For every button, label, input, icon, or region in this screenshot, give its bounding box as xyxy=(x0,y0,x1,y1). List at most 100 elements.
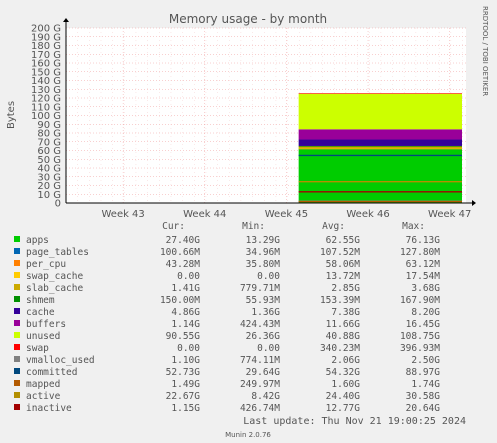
legend-max-value: 17.54M xyxy=(406,271,441,282)
y-axis-arrow xyxy=(63,18,69,22)
legend-swatch xyxy=(14,308,20,314)
legend-min-value: 29.64G xyxy=(246,367,281,378)
x-tick-label: Week 44 xyxy=(183,209,226,220)
legend-name: active xyxy=(26,391,61,402)
legend-swatch xyxy=(14,404,20,410)
legend-swatch xyxy=(14,296,20,302)
legend-cur-value: 1.49G xyxy=(171,379,200,390)
legend-name: buffers xyxy=(26,319,66,330)
legend-cur-value: 1.10G xyxy=(171,355,200,366)
legend-swatch xyxy=(14,284,20,290)
legend-avg-value: 54.32G xyxy=(326,367,361,378)
legend-cur-value: 90.55G xyxy=(166,331,201,342)
legend-name: shmem xyxy=(26,295,55,306)
legend-max-value: 108.75G xyxy=(400,331,440,342)
legend-name: mapped xyxy=(26,379,60,390)
legend-min-value: 55.93M xyxy=(246,295,281,306)
legend-min-value: 34.96M xyxy=(246,247,281,258)
legend-min-value: 13.29G xyxy=(246,235,281,246)
legend-min-value: 0.00 xyxy=(257,343,280,354)
x-tick-label: Week 47 xyxy=(428,209,471,220)
legend-avg-value: 340.23M xyxy=(320,343,360,354)
legend-avg-value: 13.72M xyxy=(326,271,361,282)
x-tick-label: Week 46 xyxy=(346,209,389,220)
area-unused xyxy=(298,93,462,130)
rrdtool-credit: RRDTOOL / TOBI OETIKER xyxy=(481,6,489,96)
munin-version: Munin 2.0.76 xyxy=(225,431,271,439)
legend-max-value: 1.74G xyxy=(411,379,440,390)
plot-area: 010 G20 G30 G40 G50 G60 G70 G80 G90 G100… xyxy=(31,18,476,220)
legend-name: inactive xyxy=(26,403,72,414)
legend-name: apps xyxy=(26,235,49,246)
legend-name: vmalloc_used xyxy=(26,355,95,366)
legend-name: page_tables xyxy=(26,247,89,258)
legend-cur-value: 0.00 xyxy=(177,271,200,282)
legend-swatch xyxy=(14,356,20,362)
legend-max-value: 8.20G xyxy=(411,307,440,318)
legend-avg-value: 40.88G xyxy=(326,331,361,342)
legend-name: cache xyxy=(26,307,55,318)
area-buffers xyxy=(298,129,462,140)
legend: Cur: Min: Avg: Max: apps 27.40G 13.29G 62.55G 76… xyxy=(14,221,440,414)
area-swap xyxy=(298,93,462,94)
legend-max-value: 30.58G xyxy=(406,391,441,402)
legend-cur-value: 52.73G xyxy=(166,367,201,378)
area-shmem xyxy=(298,145,462,147)
legend-cur-value: 43.28M xyxy=(166,259,201,270)
chart-title: Memory usage - by month xyxy=(169,12,327,26)
area-swap_cache xyxy=(298,148,462,150)
legend-cur-value: 4.86G xyxy=(171,307,200,318)
legend-max-value: 63.12M xyxy=(406,259,441,270)
legend-avg-value: 12.77G xyxy=(326,403,361,414)
legend-avg-value: 2.06G xyxy=(331,355,360,366)
legend-max-value: 76.13G xyxy=(406,235,441,246)
legend-min-value: 249.97M xyxy=(240,379,280,390)
legend-name: swap_cache xyxy=(26,271,83,282)
legend-avg-value: 1.60G xyxy=(331,379,360,390)
legend-max-value: 167.90M xyxy=(400,295,440,306)
legend-name: unused xyxy=(26,331,60,342)
legend-header: Max: xyxy=(402,221,425,232)
legend-min-value: 35.80M xyxy=(246,259,281,270)
legend-max-value: 20.64G xyxy=(406,403,441,414)
legend-swatch xyxy=(14,332,20,338)
y-tick-label: 200 G xyxy=(31,24,61,35)
legend-swatch xyxy=(14,260,20,266)
memory-chart: Memory usage - by month RRDTOOL / TOBI O… xyxy=(6,6,489,439)
legend-min-value: 1.36G xyxy=(251,307,280,318)
legend-min-value: 426.74M xyxy=(240,403,280,414)
legend-avg-value: 11.66G xyxy=(326,319,361,330)
y-axis-label: Bytes xyxy=(6,101,17,129)
legend-avg-value: 153.39M xyxy=(320,295,360,306)
legend-max-value: 127.80M xyxy=(400,247,440,258)
legend-avg-value: 62.55G xyxy=(326,235,361,246)
legend-max-value: 88.97G xyxy=(406,367,441,378)
legend-cur-value: 100.66M xyxy=(160,247,200,258)
legend-swatch xyxy=(14,380,20,386)
legend-avg-value: 107.52M xyxy=(320,247,360,258)
legend-max-value: 2.50G xyxy=(411,355,440,366)
legend-min-value: 774.11M xyxy=(240,355,280,366)
legend-min-value: 8.42G xyxy=(251,391,280,402)
legend-swatch xyxy=(14,392,20,398)
legend-max-value: 16.45G xyxy=(406,319,441,330)
legend-avg-value: 58.06M xyxy=(326,259,361,270)
legend-name: swap xyxy=(26,343,49,354)
legend-min-value: 26.36G xyxy=(246,331,281,342)
legend-swatch xyxy=(14,368,20,374)
legend-min-value: 779.71M xyxy=(240,283,280,294)
legend-swatch xyxy=(14,272,20,278)
legend-cur-value: 22.67G xyxy=(166,391,201,402)
x-tick-label: Week 43 xyxy=(101,209,144,220)
legend-name: committed xyxy=(26,367,77,378)
legend-cur-value: 1.41G xyxy=(171,283,200,294)
legend-name: slab_cache xyxy=(26,283,83,294)
legend-cur-value: 150.00M xyxy=(160,295,200,306)
legend-max-value: 3.68G xyxy=(411,283,440,294)
legend-swatch xyxy=(14,320,20,326)
area-apps xyxy=(298,148,462,203)
legend-avg-value: 7.38G xyxy=(331,307,360,318)
legend-header: Cur: xyxy=(162,221,185,232)
x-axis-arrow xyxy=(472,200,476,206)
legend-cur-value: 27.40G xyxy=(166,235,201,246)
